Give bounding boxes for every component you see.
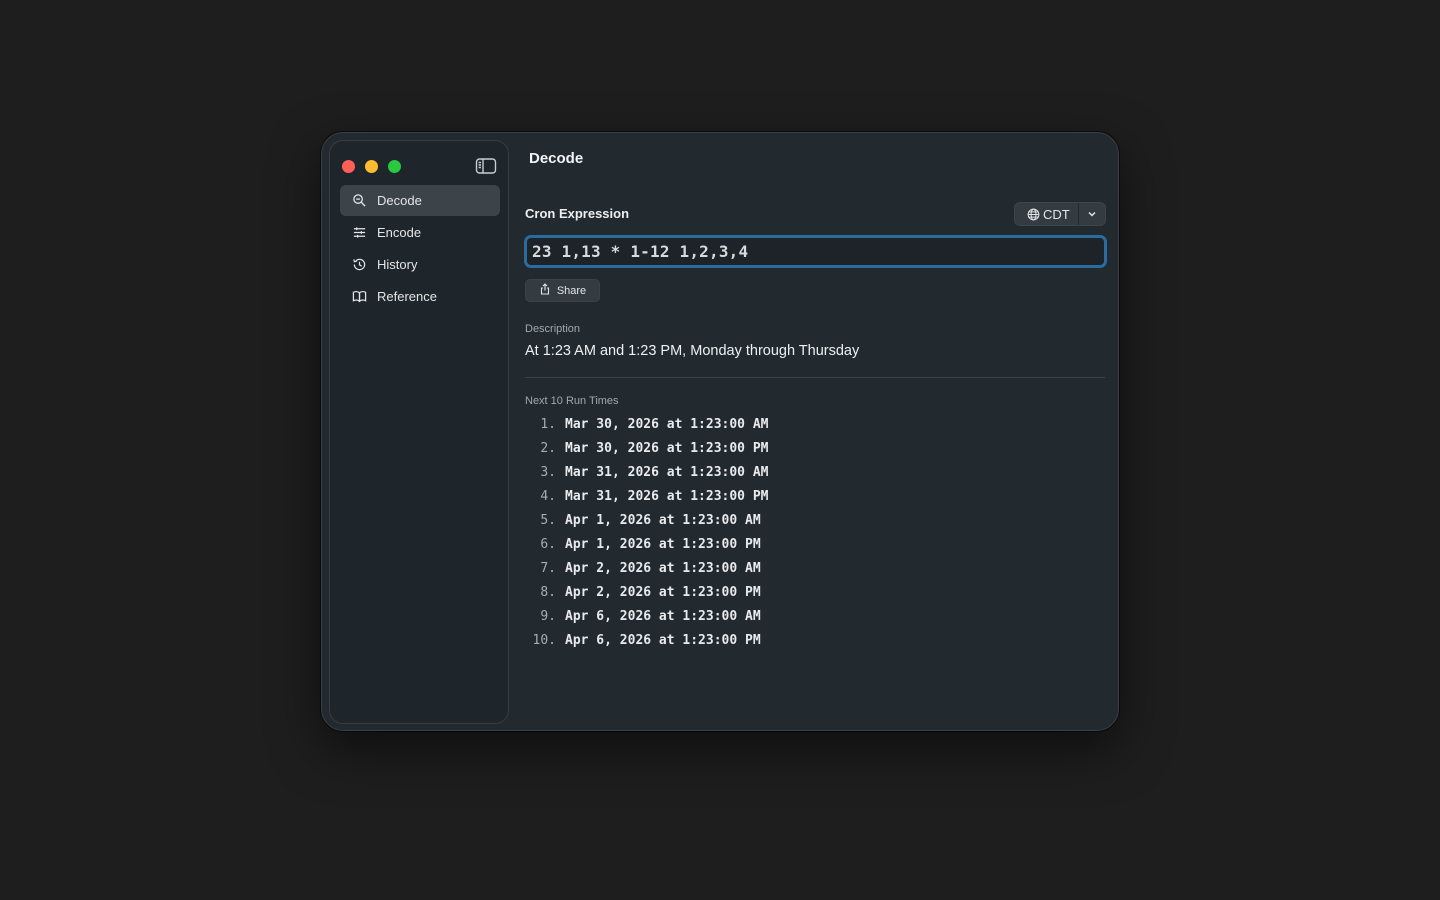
sidebar-toggle-icon[interactable] bbox=[475, 157, 497, 175]
run-time: Mar 31, 2026 at 1:23:00 AM bbox=[565, 464, 769, 480]
zoom-button[interactable] bbox=[388, 160, 401, 173]
run-time: Apr 6, 2026 at 1:23:00 PM bbox=[565, 632, 761, 648]
run-number: 10. bbox=[532, 632, 556, 648]
run-time: Apr 2, 2026 at 1:23:00 PM bbox=[565, 584, 761, 600]
sidebar-item-encode[interactable]: Encode bbox=[340, 217, 500, 248]
sliders-icon bbox=[351, 225, 367, 241]
main-content: Decode Cron Expression CDT Share Descrip… bbox=[517, 133, 1118, 730]
sidebar-item-label: History bbox=[377, 257, 418, 272]
run-number: 8. bbox=[540, 584, 556, 600]
sidebar-nav: Decode Encode History Reference bbox=[340, 185, 500, 313]
list-item: 6. Apr 1, 2026 at 1:23:00 PM bbox=[525, 532, 769, 556]
window-controls bbox=[342, 160, 401, 173]
next-runs-label: Next 10 Run Times bbox=[525, 395, 619, 407]
list-item: 10. Apr 6, 2026 at 1:23:00 PM bbox=[525, 628, 769, 652]
run-number: 5. bbox=[540, 512, 556, 528]
list-item: 4. Mar 31, 2026 at 1:23:00 PM bbox=[525, 484, 769, 508]
run-time: Apr 2, 2026 at 1:23:00 AM bbox=[565, 560, 761, 576]
share-button-label: Share bbox=[556, 284, 587, 297]
timezone-select[interactable]: CDT bbox=[1014, 202, 1106, 226]
share-button[interactable]: Share bbox=[525, 279, 600, 302]
cron-expression-input[interactable] bbox=[524, 235, 1107, 268]
sidebar: Decode Encode History Reference bbox=[329, 140, 509, 724]
minimize-button[interactable] bbox=[365, 160, 378, 173]
run-number: 3. bbox=[540, 464, 556, 480]
select-divider bbox=[1078, 203, 1079, 225]
timezone-value: CDT bbox=[1043, 206, 1070, 222]
list-item: 9. Apr 6, 2026 at 1:23:00 AM bbox=[525, 604, 769, 628]
list-item: 2. Mar 30, 2026 at 1:23:00 PM bbox=[525, 436, 769, 460]
chevron-down-icon bbox=[1087, 209, 1097, 219]
sidebar-item-label: Encode bbox=[377, 225, 422, 240]
list-item: 8. Apr 2, 2026 at 1:23:00 PM bbox=[525, 580, 769, 604]
run-time: Mar 30, 2026 at 1:23:00 PM bbox=[565, 440, 769, 456]
sidebar-item-reference[interactable]: Reference bbox=[340, 281, 500, 312]
sidebar-item-label: Decode bbox=[377, 193, 422, 208]
list-item: 1. Mar 30, 2026 at 1:23:00 AM bbox=[525, 412, 769, 436]
list-item: 7. Apr 2, 2026 at 1:23:00 AM bbox=[525, 556, 769, 580]
run-time: Mar 30, 2026 at 1:23:00 AM bbox=[565, 416, 769, 432]
list-item: 3. Mar 31, 2026 at 1:23:00 AM bbox=[525, 460, 769, 484]
divider bbox=[525, 377, 1105, 378]
search-icon bbox=[351, 193, 367, 209]
app-window: Decode Encode History Reference Decode C… bbox=[321, 132, 1119, 731]
run-time: Apr 1, 2026 at 1:23:00 PM bbox=[565, 536, 761, 552]
run-time: Apr 6, 2026 at 1:23:00 AM bbox=[565, 608, 761, 624]
globe-icon bbox=[1027, 208, 1040, 221]
sidebar-item-history[interactable]: History bbox=[340, 249, 500, 280]
run-time: Apr 1, 2026 at 1:23:00 AM bbox=[565, 512, 761, 528]
page-title: Decode bbox=[529, 150, 584, 167]
description-label: Description bbox=[525, 323, 581, 335]
run-number: 7. bbox=[540, 560, 556, 576]
cron-expression-label: Cron Expression bbox=[525, 206, 630, 221]
share-icon bbox=[539, 283, 551, 298]
next-runs-list: 1. Mar 30, 2026 at 1:23:00 AM 2. Mar 30, 2… bbox=[525, 412, 769, 652]
run-number: 2. bbox=[540, 440, 556, 456]
description-text: At 1:23 AM and 1:23 PM, Monday through T… bbox=[525, 343, 860, 359]
list-item: 5. Apr 1, 2026 at 1:23:00 AM bbox=[525, 508, 769, 532]
run-number: 6. bbox=[540, 536, 556, 552]
run-number: 1. bbox=[540, 416, 556, 432]
run-time: Mar 31, 2026 at 1:23:00 PM bbox=[565, 488, 769, 504]
sidebar-item-decode[interactable]: Decode bbox=[340, 185, 500, 216]
sidebar-item-label: Reference bbox=[377, 289, 437, 304]
book-icon bbox=[351, 289, 367, 305]
close-button[interactable] bbox=[342, 160, 355, 173]
history-icon bbox=[351, 257, 367, 273]
run-number: 9. bbox=[540, 608, 556, 624]
run-number: 4. bbox=[540, 488, 556, 504]
